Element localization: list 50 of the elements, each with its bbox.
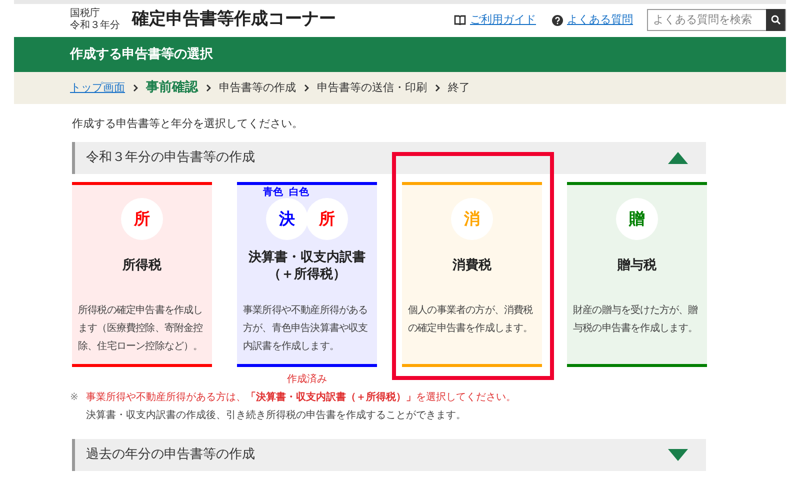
header-link[interactable]: ご利用ガイド (454, 12, 536, 28)
breadcrumb-step: 終了 (448, 80, 470, 96)
tax-form-card[interactable]: 消 消費税 個人の事業者の方が、消費税の確定申告書を作成します。 (402, 182, 542, 366)
chevron-icon (435, 84, 440, 92)
agency-name: 国税庁 (70, 8, 101, 20)
badge-caption: 白色 (289, 188, 309, 198)
instruction-text: 作成する申告書等と年分を選択してください。 (72, 116, 304, 132)
card-title: 消費税 (452, 257, 492, 274)
tax-form-card[interactable]: 贈 贈与税 財産の贈与を受けた方が、贈与税の申告書を作成します。 (567, 182, 707, 366)
book-icon (454, 15, 466, 25)
note-mark: ※ (70, 390, 80, 404)
breadcrumb-link[interactable]: トップ画面 (70, 80, 125, 96)
breadcrumb-step: 事前確認 (146, 78, 198, 98)
section-title: 過去の年分の申告書等の作成 (86, 446, 255, 464)
search-button[interactable] (766, 9, 785, 31)
search-field[interactable]: よくある質問を検索 (647, 9, 786, 31)
card-title: 決算書・収支内訳書（＋所得税） (248, 248, 366, 282)
expand-icon (668, 448, 688, 460)
breadcrumb-step: 申告書等の作成 (219, 80, 296, 96)
badge-caption: 青色 (263, 188, 283, 198)
header-link[interactable]: よくある質問 (552, 12, 633, 28)
site-title: 確定申告書等作成コーナー (132, 8, 336, 32)
section-header[interactable]: 令和３年分の申告書等の作成 (72, 142, 706, 174)
form-badge: 決 (266, 198, 308, 240)
chevron-icon (133, 84, 138, 92)
tax-year: 令和３年分 (70, 20, 121, 32)
status-label: 作成済み (287, 372, 327, 386)
section-header[interactable]: 過去の年分の申告書等の作成 (72, 438, 706, 470)
form-badge: 所 (121, 198, 163, 240)
section-title: 令和３年分の申告書等の作成 (86, 148, 255, 167)
card-description: 財産の贈与を受けた方が、贈与税の申告書を作成します。 (572, 304, 699, 336)
help-icon (552, 14, 563, 26)
tax-form-card[interactable]: 所 所得税 所得税の確定申告書を作成します（医療費控除、寄附金控除、住宅ローン控除など）。 (72, 182, 212, 366)
card-description: 所得税の確定申告書を作成します（医療費控除、寄附金控除、住宅ローン控除など）。 (77, 304, 204, 354)
chevron-icon (206, 84, 211, 92)
tax-form-card[interactable]: 青色 白色 決 所 決算書・収支内訳書（＋所得税） 事業所得や不動産所得がある方が、青色申告決算書や収支内訳書を作成します。 (237, 182, 377, 366)
note-text: 決算書・収支内訳書の作成後、引き続き所得税の申告書を作成することができます。 (86, 408, 466, 422)
search-icon (770, 15, 780, 25)
chevron-icon (304, 84, 309, 92)
card-title: 所得税 (122, 257, 162, 274)
breadcrumb-step: 申告書等の送信・印刷 (317, 80, 427, 96)
note-text: 事業所得や不動産所得がある方は、「決算書・収支内訳書（＋所得税）」を選択してください。 (86, 390, 516, 404)
form-badge: 贈 (616, 198, 658, 240)
card-description: 事業所得や不動産所得がある方が、青色申告決算書や収支内訳書を作成します。 (242, 304, 369, 354)
collapse-icon (668, 152, 688, 164)
card-title: 贈与税 (618, 257, 656, 274)
card-description: 個人の事業者の方が、消費税の確定申告書を作成します。 (407, 304, 534, 336)
form-badge: 消 (451, 198, 493, 240)
banner-title: 作成する申告書等の選択 (70, 46, 213, 64)
form-badge: 所 (306, 198, 348, 240)
